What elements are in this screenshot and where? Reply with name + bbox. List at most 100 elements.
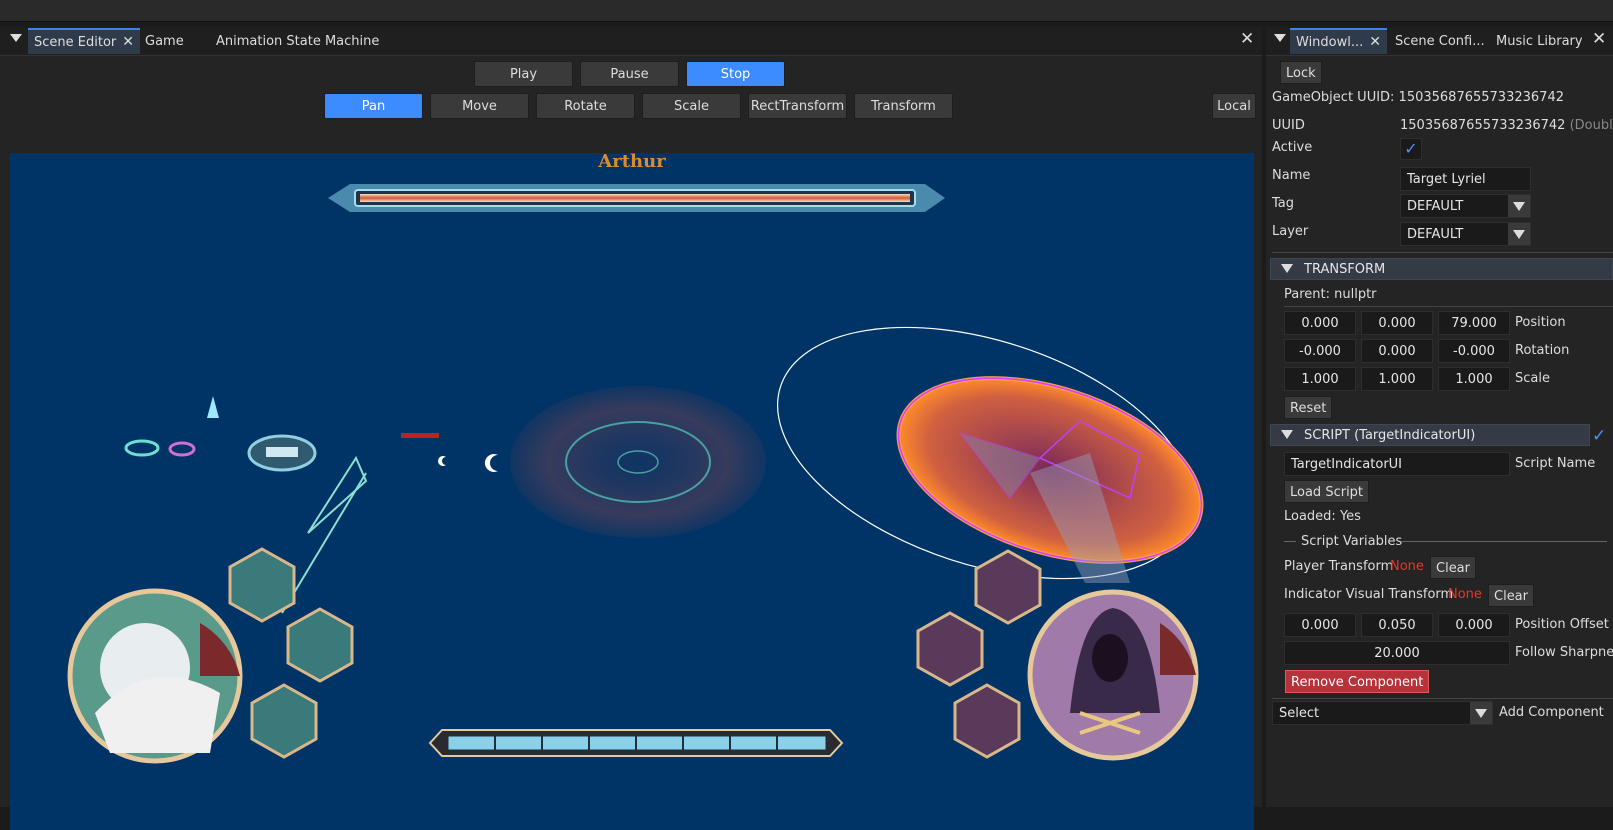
close-tab-icon[interactable]: ✕: [1369, 34, 1381, 50]
scene-editor-panel: Scene Editor ✕ Game Animation State Machi…: [0, 27, 1262, 830]
lock-button[interactable]: Lock: [1280, 61, 1322, 84]
script-header[interactable]: SCRIPT (TargetIndicatorUI): [1270, 424, 1590, 446]
offset-y-field[interactable]: 0.050: [1361, 613, 1433, 637]
player-transform-value: None: [1390, 559, 1424, 574]
name-label: Name: [1272, 168, 1311, 183]
center-target-ring: [510, 386, 766, 538]
tab-label: Windowl...: [1296, 35, 1364, 50]
script-enabled-checkbox[interactable]: ✓: [1592, 426, 1606, 446]
scale-z-field[interactable]: 1.000: [1438, 367, 1510, 391]
player-transform-label: Player Transform: [1284, 559, 1394, 574]
tab-window-list[interactable]: Windowl... ✕: [1290, 28, 1388, 54]
panel-menu-icon[interactable]: [10, 34, 22, 42]
left-tab-bar: Scene Editor ✕ Game Animation State Machi…: [0, 27, 1262, 56]
title-bar: [0, 0, 1613, 22]
follow-sharpness-label: Follow Sharpnes: [1515, 645, 1613, 660]
tool-move-button[interactable]: Move: [430, 93, 529, 119]
position-offset-label: Position Offset: [1515, 617, 1609, 632]
scale-x-field[interactable]: 1.000: [1284, 367, 1356, 391]
gameobject-uuid: GameObject UUID: 15035687655733236742: [1272, 90, 1564, 105]
tab-music-library[interactable]: Music Library: [1490, 30, 1589, 54]
player-skill-icons: [228, 547, 354, 759]
collapse-icon: [1281, 264, 1293, 273]
add-component-select[interactable]: Select: [1272, 701, 1493, 725]
tool-recttransform-button[interactable]: RectTransform: [748, 93, 847, 119]
rotation-y-field[interactable]: 0.000: [1361, 339, 1433, 363]
script-name-field[interactable]: TargetIndicatorUI: [1284, 452, 1510, 476]
tag-select[interactable]: DEFAULT: [1400, 194, 1531, 218]
follow-sharpness-field[interactable]: 20.000: [1284, 641, 1510, 665]
select-value: Select: [1279, 706, 1320, 721]
divider: [1284, 306, 1613, 307]
local-space-button[interactable]: Local: [1212, 93, 1256, 119]
player-transform-clear-button[interactable]: Clear: [1430, 556, 1476, 579]
effects-left: [124, 396, 498, 614]
transform-header[interactable]: TRANSFORM: [1270, 258, 1613, 280]
tab-animation-state-machine[interactable]: Animation State Machine: [210, 30, 385, 54]
rotation-x-field[interactable]: -0.000: [1284, 339, 1356, 363]
chevron-down-icon: [1470, 702, 1492, 724]
close-panel-icon[interactable]: ✕: [1592, 29, 1606, 49]
boss-health-bar: [328, 184, 945, 212]
uuid-value: 15035687655733236742 (Double-c: [1400, 118, 1613, 133]
collapse-icon: [1281, 430, 1293, 439]
tool-transform-button[interactable]: Transform: [854, 93, 953, 119]
right-tab-bar: Windowl... ✕ Scene Confi... Music Library…: [1266, 27, 1613, 56]
offset-x-field[interactable]: 0.000: [1284, 613, 1356, 637]
scene-viewport[interactable]: Arthur: [10, 153, 1254, 830]
indicator-transform-value: None: [1448, 587, 1482, 602]
tab-game[interactable]: Game: [139, 30, 190, 54]
tab-scene-editor[interactable]: Scene Editor ✕: [28, 28, 140, 54]
boss-name: Arthur: [598, 153, 666, 172]
tag-label: Tag: [1272, 196, 1295, 211]
tab-label: Animation State Machine: [216, 34, 380, 49]
play-button[interactable]: Play: [474, 61, 573, 87]
script-title: SCRIPT (TargetIndicatorUI): [1304, 428, 1476, 443]
active-checkbox[interactable]: ✓: [1400, 138, 1422, 160]
divider: [1284, 541, 1296, 542]
inspector-panel: Windowl... ✕ Scene Confi... Music Library…: [1266, 27, 1613, 807]
remove-component-button[interactable]: Remove Component: [1285, 670, 1430, 693]
layer-label: Layer: [1272, 224, 1309, 239]
loaded-status: Loaded: Yes: [1284, 509, 1361, 524]
close-tab-icon[interactable]: ✕: [122, 34, 134, 50]
tool-scale-button[interactable]: Scale: [642, 93, 741, 119]
name-field[interactable]: Target Lyriel: [1400, 167, 1531, 191]
scale-y-field[interactable]: 1.000: [1361, 367, 1433, 391]
indicator-transform-label: Indicator Visual Transform: [1284, 587, 1454, 602]
offset-z-field[interactable]: 0.000: [1438, 613, 1510, 637]
layer-select[interactable]: DEFAULT: [1400, 222, 1531, 246]
tool-pan-button[interactable]: Pan: [324, 93, 423, 119]
position-y-field[interactable]: 0.000: [1361, 311, 1433, 335]
chevron-down-icon: [1508, 195, 1530, 217]
layer-value: DEFAULT: [1407, 227, 1464, 242]
load-script-button[interactable]: Load Script: [1284, 480, 1370, 503]
panel-menu-icon[interactable]: [1274, 34, 1286, 42]
position-label: Position: [1515, 315, 1566, 330]
tab-label: Scene Confi...: [1395, 34, 1485, 49]
indicator-transform-clear-button[interactable]: Clear: [1488, 584, 1534, 607]
rotation-z-field[interactable]: -0.000: [1438, 339, 1510, 363]
player-portrait: [67, 588, 243, 764]
tag-value: DEFAULT: [1407, 199, 1464, 214]
tab-label: Scene Editor: [34, 35, 117, 50]
pause-button[interactable]: Pause: [580, 61, 679, 87]
position-x-field[interactable]: 0.000: [1284, 311, 1356, 335]
script-variables-header: Script Variables: [1301, 534, 1403, 549]
position-z-field[interactable]: 79.000: [1438, 311, 1510, 335]
reset-button[interactable]: Reset: [1284, 396, 1333, 419]
stop-button[interactable]: Stop: [686, 61, 785, 87]
enemy-skill-icons: [916, 549, 1042, 759]
uuid-hint: (Double-c: [1569, 118, 1613, 133]
divider: [1402, 541, 1607, 542]
close-panel-icon[interactable]: ✕: [1240, 29, 1254, 49]
scene-graphics: [67, 184, 1204, 764]
transform-title: TRANSFORM: [1304, 262, 1386, 277]
add-component-label: Add Component: [1499, 705, 1604, 720]
tab-label: Music Library: [1496, 34, 1583, 49]
script-name-label: Script Name: [1515, 456, 1596, 471]
parent-label: Parent: nullptr: [1284, 287, 1377, 302]
tab-scene-config[interactable]: Scene Confi...: [1389, 30, 1491, 54]
tool-rotate-button[interactable]: Rotate: [536, 93, 635, 119]
divider: [1272, 252, 1613, 253]
